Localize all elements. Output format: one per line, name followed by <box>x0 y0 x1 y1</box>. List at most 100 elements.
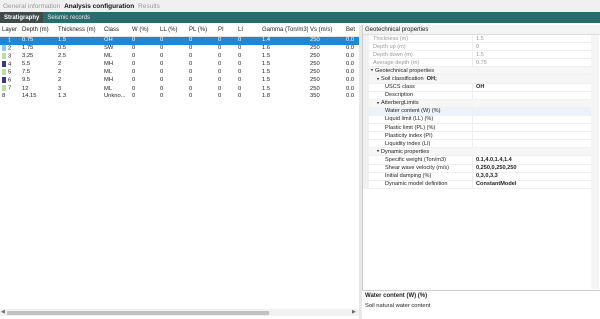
column-header[interactable]: LL (%) <box>158 25 187 37</box>
cell-class[interactable]: ML <box>102 85 130 93</box>
property-value[interactable]: 0.75 <box>473 60 591 66</box>
property-row[interactable]: Depth down (m) 1.5 <box>363 51 591 60</box>
cell-bet[interactable]: 0.0 <box>344 69 359 77</box>
cell-w[interactable]: 0 <box>130 36 158 45</box>
cell-ll[interactable]: 0 <box>158 61 187 69</box>
cell-vs[interactable]: 250 <box>308 45 344 53</box>
horizontal-scrollbar[interactable]: ◀ ▶ <box>0 309 359 316</box>
property-row[interactable]: Dynamic model definition ConstantModel <box>363 180 591 189</box>
table-row[interactable]: 6 9.5 2 MH 0 0 0 0 0 1.5 250 0.0 <box>0 77 359 85</box>
cell-thickness[interactable]: 2.5 <box>56 53 102 61</box>
cell-thickness[interactable]: 2 <box>56 61 102 69</box>
column-header[interactable]: W (%) <box>130 25 158 37</box>
cell-thickness[interactable]: 3 <box>56 85 102 93</box>
layer-cell[interactable]: 3 <box>0 52 20 61</box>
property-row[interactable]: Average depth (m) 0.75 <box>363 59 591 68</box>
table-row[interactable]: 7 12 3 ML 0 0 0 0 0 1.5 250 0.0 <box>0 85 359 93</box>
cell-w[interactable]: 0 <box>130 53 158 61</box>
cell-w[interactable]: 0 <box>130 45 158 53</box>
cell-depth[interactable]: 0.75 <box>20 36 56 45</box>
cell-vs[interactable]: 250 <box>308 85 344 93</box>
cell-gamma[interactable]: 1.8 <box>260 93 308 101</box>
cell-pi[interactable]: 0 <box>216 61 236 69</box>
cell-pi[interactable]: 0 <box>216 36 236 45</box>
cell-depth[interactable]: 5.5 <box>20 61 56 69</box>
property-row[interactable]: Liquid limit (LL) (%) <box>363 115 591 125</box>
cell-ll[interactable]: 0 <box>158 36 187 45</box>
property-row[interactable]: Liquidity index (LI) <box>363 140 591 149</box>
column-header[interactable]: Thickness (m) <box>56 25 102 37</box>
property-category[interactable]: ▲ Geotechnical properties <box>363 67 591 76</box>
cell-depth[interactable]: 9.5 <box>20 77 56 85</box>
cell-depth[interactable]: 1.75 <box>20 45 56 53</box>
column-header[interactable]: Gamma (Ton/m3) <box>260 25 308 37</box>
property-value[interactable]: ConstantModel <box>473 181 591 187</box>
chevron-down-icon[interactable]: ▲ <box>375 149 381 154</box>
cell-li[interactable]: 0 <box>236 77 260 85</box>
property-category[interactable]: ▲ Dynamic properties <box>363 148 591 157</box>
cell-vs[interactable]: 250 <box>308 53 344 61</box>
layer-cell[interactable]: 6 <box>0 77 20 85</box>
tab-seismic-records[interactable]: Seismic records <box>43 12 94 23</box>
cell-bet[interactable]: 0.0 <box>344 53 359 61</box>
cell-depth[interactable]: 7.5 <box>20 69 56 77</box>
table-row[interactable]: 4 5.5 2 MH 0 0 0 0 0 1.5 250 0.0 <box>0 60 359 69</box>
column-header[interactable]: PI <box>216 25 236 37</box>
table-row[interactable]: 5 7.5 2 ML 0 0 0 0 0 1.5 250 0.0 <box>0 69 359 77</box>
cell-li[interactable]: 0 <box>236 53 260 61</box>
cell-depth[interactable]: 14.15 <box>20 93 56 101</box>
cell-bet[interactable]: 0.0 <box>344 61 359 69</box>
cell-pl[interactable]: 0 <box>187 85 216 93</box>
cell-thickness[interactable]: 1.3 <box>56 93 102 101</box>
cell-li[interactable]: 0 <box>236 85 260 93</box>
cell-w[interactable]: 0 <box>130 93 158 101</box>
layer-cell[interactable]: 8 <box>0 93 20 101</box>
cell-gamma[interactable]: 1.5 <box>260 53 308 61</box>
table-row[interactable]: 2 1.75 0.5 SW 0 0 0 0 0 1.6 250 0.0 <box>0 44 359 53</box>
cell-thickness[interactable]: 2 <box>56 69 102 77</box>
cell-class[interactable]: MH <box>102 77 130 85</box>
cell-vs[interactable]: 250 <box>308 36 344 45</box>
cell-ll[interactable]: 0 <box>158 77 187 85</box>
cell-ll[interactable]: 0 <box>158 69 187 77</box>
table-row[interactable]: 1 0.75 1.5 OH 0 0 0 0 0 1.4 250 0.0 <box>0 36 359 45</box>
tab-results[interactable]: Results <box>138 3 160 10</box>
cell-gamma[interactable]: 1.5 <box>260 85 308 93</box>
column-header[interactable]: LI <box>236 25 260 37</box>
cell-bet[interactable]: 0.0 <box>344 36 359 45</box>
table-row[interactable]: 3 3.25 2.5 ML 0 0 0 0 0 1.5 250 0.0 <box>0 52 359 61</box>
cell-pi[interactable]: 0 <box>216 85 236 93</box>
cell-gamma[interactable]: 1.5 <box>260 69 308 77</box>
column-header[interactable]: Layer <box>0 25 20 37</box>
cell-ll[interactable]: 0 <box>158 45 187 53</box>
cell-pi[interactable]: 0 <box>216 45 236 53</box>
cell-thickness[interactable]: 1.5 <box>56 36 102 45</box>
cell-li[interactable]: 0 <box>236 93 260 101</box>
cell-ll[interactable]: 0 <box>158 85 187 93</box>
cell-li[interactable]: 0 <box>236 69 260 77</box>
column-header[interactable]: Class <box>102 25 130 37</box>
cell-li[interactable]: 0 <box>236 36 260 45</box>
property-row[interactable]: Plasticity index (PI) <box>363 132 591 141</box>
layer-cell[interactable]: 1 <box>0 36 20 45</box>
cell-ll[interactable]: 0 <box>158 93 187 101</box>
cell-pl[interactable]: 0 <box>187 93 216 101</box>
chevron-down-icon[interactable]: ▲ <box>369 68 375 73</box>
cell-ll[interactable]: 0 <box>158 53 187 61</box>
property-row[interactable]: USCS class OH <box>363 83 591 92</box>
property-row[interactable]: Water content (W) (%) <box>363 107 591 116</box>
cell-li[interactable]: 0 <box>236 45 260 53</box>
tab-stratigraphy[interactable]: Stratigraphy <box>0 12 44 23</box>
layer-cell[interactable]: 7 <box>0 85 20 93</box>
cell-pl[interactable]: 0 <box>187 77 216 85</box>
layer-cell[interactable]: 2 <box>0 44 20 53</box>
property-row[interactable]: Depth up (m) 0 <box>363 43 591 52</box>
cell-class[interactable]: Unkno... <box>102 93 130 101</box>
property-row[interactable]: Thickness (m) 1.5 <box>363 35 591 44</box>
layer-cell[interactable]: 5 <box>0 69 20 77</box>
property-row[interactable]: Description <box>363 91 591 100</box>
cell-bet[interactable]: 0.0 <box>344 45 359 53</box>
cell-thickness[interactable]: 0.5 <box>56 45 102 53</box>
cell-pi[interactable]: 0 <box>216 77 236 85</box>
table-row[interactable]: 8 14.15 1.3 Unkno... 0 0 0 0 0 1.8 350 0.0 <box>0 93 359 101</box>
